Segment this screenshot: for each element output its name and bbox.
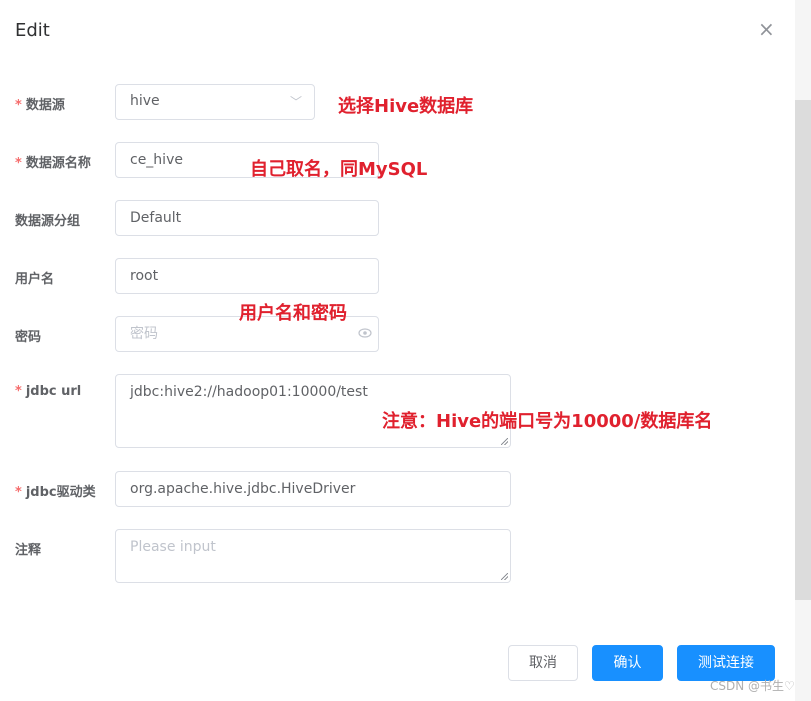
datasource-group-input[interactable]: Default bbox=[115, 200, 379, 236]
datasource-label: * 数据源 bbox=[15, 98, 65, 113]
resize-handle[interactable] bbox=[501, 573, 508, 580]
jdbc-url-value: jdbc:hive2://hadoop01:10000/test bbox=[130, 384, 368, 400]
datasource-group-label: 数据源分组 bbox=[15, 214, 81, 229]
chevron-down-icon: ﹀ bbox=[289, 95, 302, 109]
annotation-datasource: 选择Hive数据库 bbox=[338, 96, 474, 117]
comment-placeholder: Please input bbox=[130, 539, 216, 555]
comment-label: 注释 bbox=[15, 543, 42, 558]
eye-icon[interactable] bbox=[358, 317, 372, 349]
cancel-button[interactable]: 取消 bbox=[508, 645, 578, 681]
jdbc-url-label: * jdbc url bbox=[15, 384, 82, 399]
annotation-credentials: 用户名和密码 bbox=[239, 303, 347, 324]
background-page-edge bbox=[794, 0, 811, 701]
edit-dialog: Edit × * 数据源 hive ﹀ * 数据源名称 ce_hive 数据源分组 … bbox=[0, 0, 795, 701]
jdbc-driver-input[interactable]: org.apache.hive.jdbc.HiveDriver bbox=[115, 471, 511, 507]
resize-handle[interactable] bbox=[501, 438, 508, 445]
username-input[interactable]: root bbox=[115, 258, 379, 294]
comment-textarea[interactable]: Please input bbox=[115, 529, 511, 583]
watermark: CSDN @书生♡ bbox=[710, 679, 795, 693]
dialog-title: Edit bbox=[15, 20, 50, 41]
password-placeholder: 密码 bbox=[130, 326, 158, 342]
close-icon[interactable]: × bbox=[758, 18, 775, 40]
datasource-name-label: * 数据源名称 bbox=[15, 156, 91, 171]
password-label: 密码 bbox=[15, 330, 42, 345]
jdbc-driver-label: * jdbc驱动类 bbox=[15, 485, 96, 500]
datasource-select-value: hive bbox=[130, 93, 160, 109]
annotation-name: 自己取名，同MySQL bbox=[250, 159, 428, 180]
annotation-url: 注意：Hive的端口号为10000/数据库名 bbox=[382, 411, 713, 432]
datasource-select[interactable]: hive ﹀ bbox=[115, 84, 315, 120]
test-connection-button[interactable]: 测试连接 bbox=[677, 645, 775, 681]
username-label: 用户名 bbox=[15, 272, 55, 287]
confirm-button[interactable]: 确认 bbox=[592, 645, 663, 681]
background-overlay bbox=[795, 100, 811, 600]
